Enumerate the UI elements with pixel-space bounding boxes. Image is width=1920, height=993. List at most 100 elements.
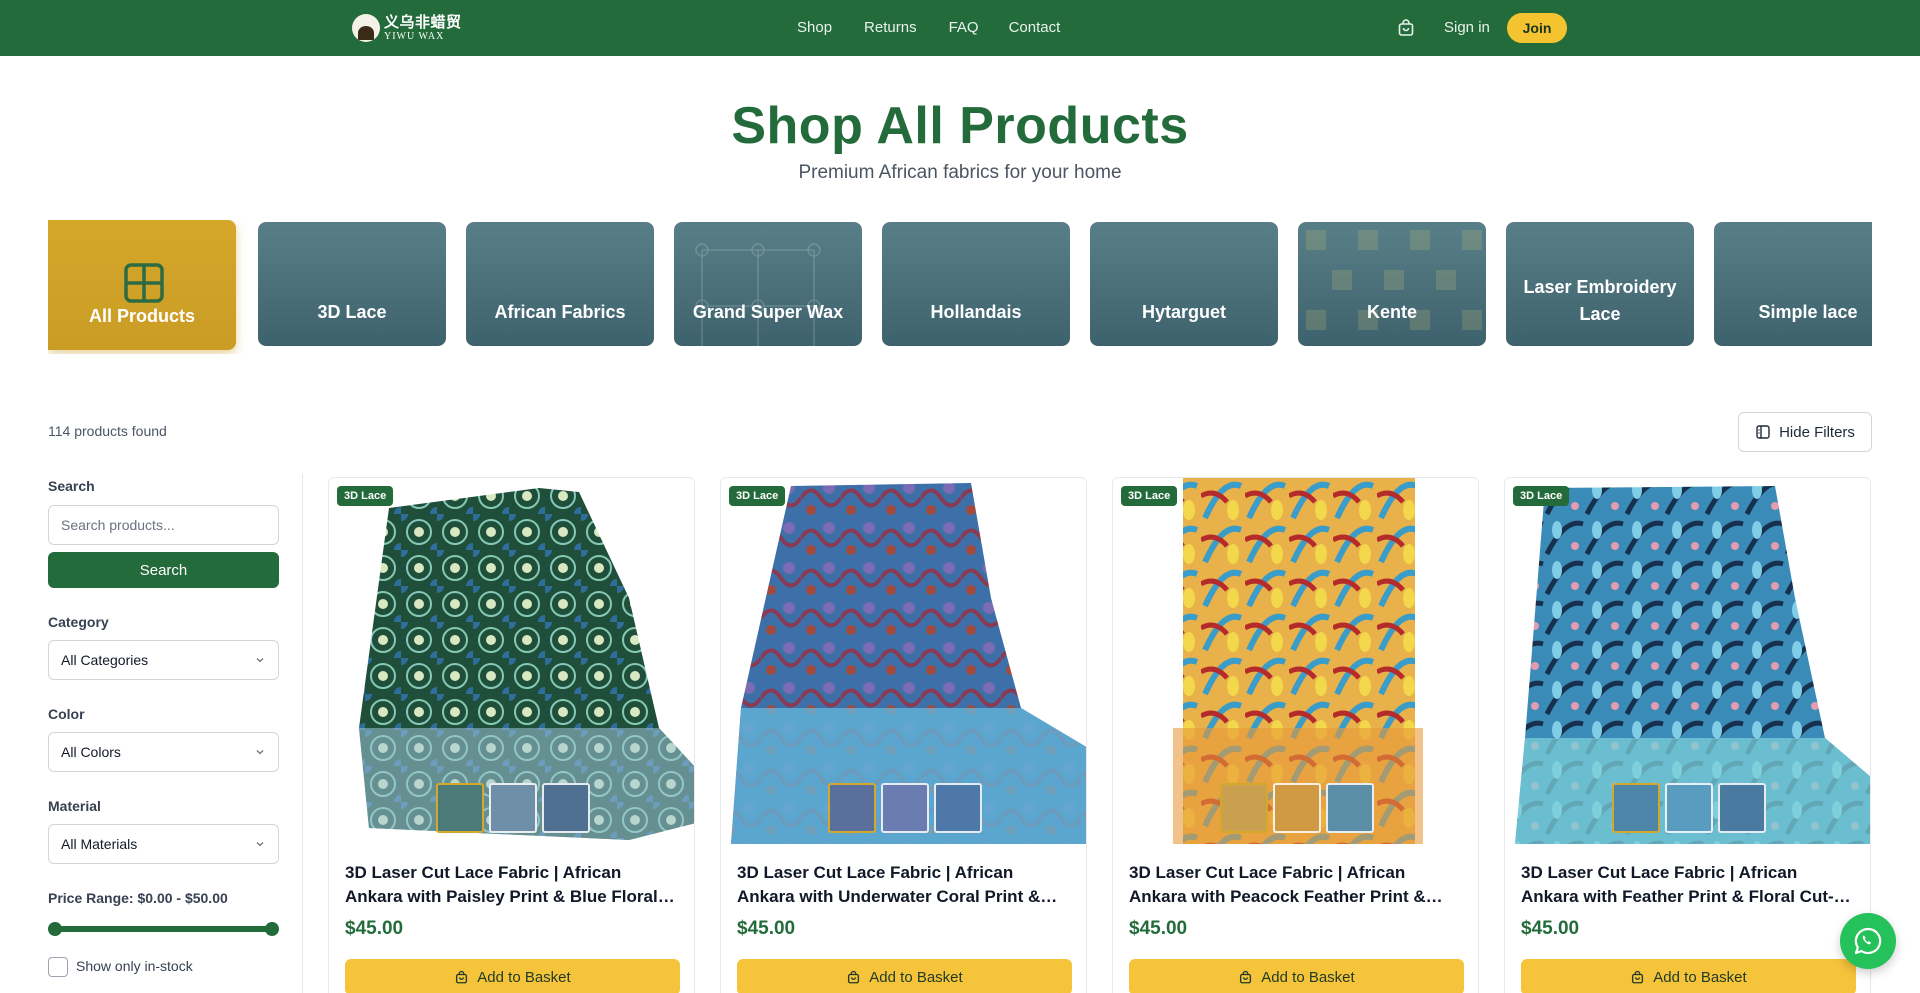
add-to-basket-label: Add to Basket [1653, 968, 1747, 986]
join-button[interactable]: Join [1507, 13, 1567, 43]
color-select[interactable]: All Colors [48, 732, 279, 772]
in-stock-label: Show only in-stock [76, 958, 193, 974]
in-stock-checkbox[interactable] [48, 957, 68, 977]
thumbnail[interactable] [541, 783, 590, 833]
sign-in-link[interactable]: Sign in [1444, 19, 1490, 36]
thumbnail[interactable] [1325, 783, 1374, 833]
nav-link-returns[interactable]: Returns [864, 19, 917, 36]
add-to-basket-button[interactable]: Add to Basket [345, 959, 680, 993]
product-card[interactable]: 3D Lace 3D Laser Cut Lace Fabric | Afric… [328, 477, 695, 993]
price-min-thumb[interactable] [48, 922, 62, 936]
thumbnail[interactable] [1272, 783, 1321, 833]
thumbnail[interactable] [435, 783, 484, 833]
nav-link-contact[interactable]: Contact [1009, 19, 1061, 36]
search-label: Search [48, 478, 95, 494]
image-thumbnails [329, 783, 694, 833]
category-tile-african-fabrics[interactable]: African Fabrics [466, 222, 654, 346]
category-carousel: All Products 3D Lace African Fabrics Gra… [48, 220, 1872, 354]
category-label: All Products [88, 306, 195, 326]
shopping-basket-icon [1632, 970, 1644, 983]
thumbnail[interactable] [488, 783, 537, 833]
product-title[interactable]: 3D Laser Cut Lace Fabric | African Ankar… [1521, 861, 1856, 909]
category-select[interactable]: All Categories [48, 640, 279, 680]
category-tile-kente[interactable]: Kente [1298, 222, 1486, 346]
category-tile-simple-lace[interactable]: Simple lace [1714, 222, 1872, 346]
main-nav: Shop Returns FAQ Contact [797, 19, 1060, 36]
nav-link-shop[interactable]: Shop [797, 19, 832, 36]
product-image[interactable]: 3D Lace [721, 478, 1086, 844]
product-card[interactable]: 3D Lace 3D Laser Cut Lace Fabric | Afric… [1112, 477, 1479, 993]
brand-logo[interactable]: 义乌非蜡贸 YIWU WAX [352, 14, 462, 42]
add-to-basket-button[interactable]: Add to Basket [737, 959, 1072, 993]
product-price: $45.00 [1521, 918, 1580, 939]
product-image[interactable]: 3D Lace [329, 478, 694, 844]
shopping-basket-icon [848, 970, 860, 983]
category-label: Hytarguet [1141, 302, 1226, 322]
grid-icon [124, 263, 164, 303]
thumbnail[interactable] [1664, 783, 1713, 833]
add-to-basket-button[interactable]: Add to Basket [1129, 959, 1464, 993]
category-tile-hytarguet[interactable]: Hytarguet [1090, 222, 1278, 346]
product-image[interactable]: 3D Lace [1505, 478, 1870, 844]
category-tile-3d-lace[interactable]: 3D Lace [258, 222, 446, 346]
price-max-thumb[interactable] [265, 922, 279, 936]
cart-button[interactable] [1396, 18, 1416, 38]
page-title: Shop All Products [731, 97, 1189, 155]
search-button[interactable]: Search [48, 552, 279, 588]
category-label: Grand Super Wax [692, 302, 844, 322]
category-select-value: All Categories [61, 652, 149, 668]
category-badge: 3D Lace [1121, 486, 1178, 506]
product-card[interactable]: 3D Lace 3D Laser Cut Lace Fabric | Afric… [720, 477, 1087, 993]
category-label: African Fabrics [494, 302, 626, 322]
category-badge: 3D Lace [729, 486, 786, 506]
product-price: $45.00 [345, 918, 404, 939]
page-subtitle: Premium African fabrics for your home [798, 162, 1122, 183]
nav-link-faq[interactable]: FAQ [949, 19, 979, 36]
category-tile-grand-super-wax[interactable]: Grand Super Wax [674, 222, 862, 346]
material-select[interactable]: All Materials [48, 824, 279, 864]
add-to-basket-button[interactable]: Add to Basket [1521, 959, 1856, 993]
product-card[interactable]: 3D Lace 3D Laser Cut Lace Fabric | Afric… [1504, 477, 1871, 993]
thumbnail[interactable] [1717, 783, 1766, 833]
image-thumbnails [721, 783, 1086, 833]
hide-filters-label: Hide Filters [1779, 423, 1855, 441]
add-to-basket-label: Add to Basket [869, 968, 963, 986]
add-to-basket-label: Add to Basket [477, 968, 571, 986]
sidebar-panel-icon [1756, 425, 1770, 439]
shopping-basket-icon [1240, 970, 1252, 983]
shopping-basket-icon [1398, 19, 1414, 36]
search-input[interactable] [48, 505, 279, 545]
image-thumbnails [1113, 783, 1478, 833]
price-range-track[interactable] [54, 926, 272, 932]
category-label: Hollandais [930, 302, 1022, 322]
category-label: Kente [1366, 302, 1417, 322]
whatsapp-chat-button[interactable] [1840, 913, 1896, 969]
sidebar-divider [302, 474, 303, 993]
chevron-down-icon [256, 750, 264, 755]
logo-chinese-text: 义乌非蜡贸 [384, 12, 462, 31]
color-filter-label: Color [48, 706, 85, 722]
category-tile-laser-embroidery-lace[interactable]: Laser Embroidery Lace [1506, 222, 1694, 346]
product-title[interactable]: 3D Laser Cut Lace Fabric | African Ankar… [737, 861, 1072, 909]
category-label: Laser Embroidery Lace [1523, 277, 1677, 324]
thumbnail[interactable] [1219, 783, 1268, 833]
category-tile-hollandais[interactable]: Hollandais [882, 222, 1070, 346]
product-price: $45.00 [737, 918, 796, 939]
category-filter-label: Category [48, 614, 109, 630]
material-select-value: All Materials [61, 836, 138, 852]
thumbnail[interactable] [827, 783, 876, 833]
category-badge: 3D Lace [337, 486, 394, 506]
hide-filters-button[interactable]: Hide Filters [1738, 412, 1872, 452]
product-title[interactable]: 3D Laser Cut Lace Fabric | African Ankar… [345, 861, 680, 909]
category-tile-all-products[interactable]: All Products [48, 220, 236, 350]
logo-emblem-icon [352, 14, 380, 42]
thumbnail[interactable] [1611, 783, 1660, 833]
top-navbar: 义乌非蜡贸 YIWU WAX Shop Returns FAQ Contact … [0, 0, 1920, 56]
product-image[interactable]: 3D Lace [1113, 478, 1478, 844]
thumbnail[interactable] [933, 783, 982, 833]
category-badge: 3D Lace [1513, 486, 1570, 506]
whatsapp-icon [1854, 927, 1882, 955]
add-to-basket-label: Add to Basket [1261, 968, 1355, 986]
thumbnail[interactable] [880, 783, 929, 833]
product-title[interactable]: 3D Laser Cut Lace Fabric | African Ankar… [1129, 861, 1464, 909]
